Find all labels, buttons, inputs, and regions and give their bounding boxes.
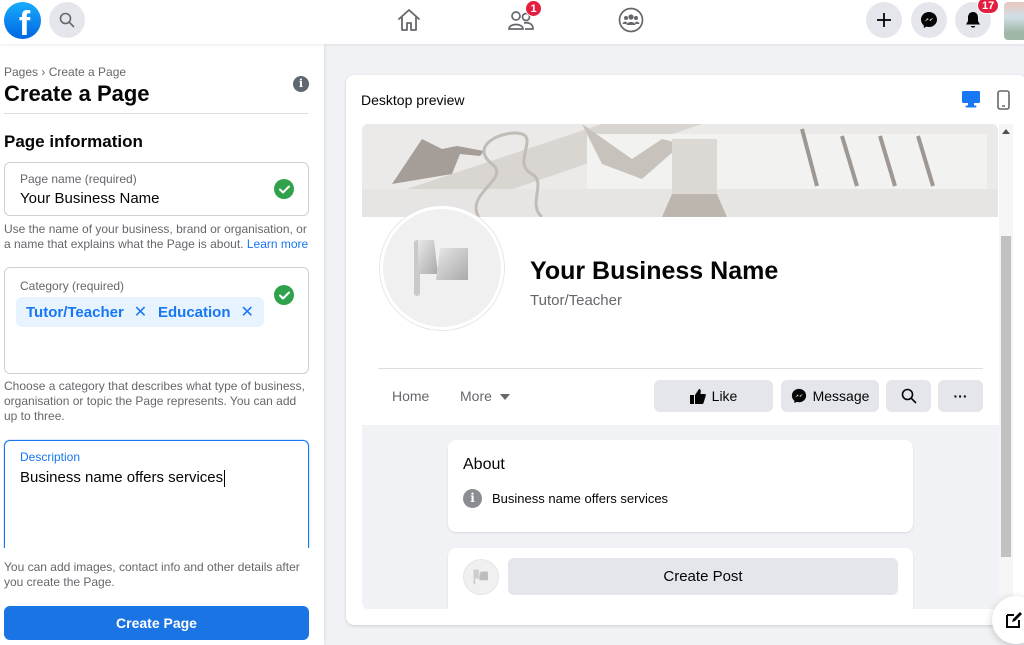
desktop-icon: [962, 91, 980, 108]
cover-illustration: [362, 124, 998, 217]
create-page-button[interactable]: Create Page: [4, 606, 309, 640]
more-options-icon: ···: [953, 388, 968, 404]
preview-page-name: Your Business Name: [530, 257, 779, 285]
home-icon: [398, 9, 420, 31]
profile-header: Your Business Name Tutor/Teacher Home Mo…: [362, 124, 1000, 425]
messenger-icon: [791, 388, 806, 404]
category-field[interactable]: Category (required) Tutor/Teacher ✕ Educ…: [4, 267, 309, 374]
profile-divider: [378, 368, 983, 369]
groups-icon: [618, 7, 644, 33]
description-textarea[interactable]: Business name offers services: [20, 469, 226, 487]
header-divider: [4, 113, 308, 114]
category-chip-label: Tutor/Teacher: [26, 303, 124, 321]
message-button[interactable]: Message: [781, 380, 879, 412]
preview-page-category: Tutor/Teacher: [530, 292, 622, 309]
flag-icon: [473, 569, 488, 585]
page-name-input[interactable]: Your Business Name: [20, 190, 160, 207]
tab-more[interactable]: More: [460, 388, 510, 404]
about-card: About i Business name offers services: [448, 440, 913, 532]
facebook-logo[interactable]: f: [4, 2, 41, 39]
preview-title: Desktop preview: [361, 92, 465, 108]
tab-home[interactable]: Home: [392, 388, 429, 404]
valid-check-icon: [274, 179, 294, 199]
mobile-icon: [997, 90, 1010, 110]
search-button[interactable]: [49, 2, 85, 38]
footer-hint: You can add images, contact info and oth…: [4, 560, 300, 589]
learn-more-link[interactable]: Learn more: [247, 237, 308, 251]
account-avatar[interactable]: [1004, 2, 1024, 40]
nav-home[interactable]: [395, 6, 423, 34]
category-chip: Tutor/Teacher ✕: [16, 297, 158, 327]
desktop-preview-panel: Desktop preview Your Business Name Tutor…: [346, 75, 1024, 625]
page-name-label: Page name (required): [20, 172, 137, 186]
section-title: Page information: [4, 132, 143, 151]
plus-icon: [877, 13, 891, 27]
page-mini-avatar: [463, 559, 499, 595]
about-title: About: [463, 456, 505, 473]
nav-groups[interactable]: [617, 6, 645, 34]
about-description: Business name offers services: [492, 491, 669, 506]
text-caret: [224, 469, 226, 487]
page-title: Create a Page: [4, 81, 150, 106]
create-page-panel: Pages › Create a Page Create a Page i Pa…: [0, 44, 324, 645]
search-icon: [901, 388, 916, 404]
thumbs-up-icon: [689, 388, 706, 404]
messenger-button[interactable]: [911, 2, 947, 38]
caret-down-icon: [499, 394, 510, 401]
messenger-icon: [921, 12, 937, 28]
message-label: Message: [812, 388, 870, 404]
category-label: Category (required): [20, 279, 125, 293]
desktop-view-toggle[interactable]: [961, 90, 981, 113]
tab-more-label: More: [460, 388, 492, 404]
info-icon: i: [463, 489, 482, 508]
scroll-up-arrow[interactable]: [1002, 129, 1010, 134]
scrollbar-thumb[interactable]: [1001, 236, 1011, 557]
category-chip: Education ✕: [148, 297, 264, 327]
remove-chip-icon[interactable]: ✕: [241, 302, 254, 322]
about-description-row: i Business name offers services: [463, 489, 668, 508]
page-name-field[interactable]: Page name (required) Your Business Name: [4, 162, 309, 216]
valid-check-icon: [274, 285, 294, 305]
compose-icon: [1006, 612, 1022, 628]
notifications-badge: 17: [977, 0, 1000, 14]
bell-icon: [966, 12, 980, 28]
breadcrumb[interactable]: Pages › Create a Page: [4, 65, 126, 79]
description-value: Business name offers services: [20, 469, 224, 486]
create-post-button[interactable]: Create Post: [508, 558, 898, 595]
flag-icon: [414, 240, 468, 296]
create-button[interactable]: [866, 2, 902, 38]
create-post-card: Create Post: [448, 548, 913, 609]
like-label: Like: [711, 388, 738, 404]
page-name-hint: Use the name of your business, brand or …: [4, 222, 312, 252]
more-options-button[interactable]: ···: [938, 380, 983, 412]
facebook-logo-letter: f: [18, 5, 31, 39]
category-hint: Choose a category that describes what ty…: [4, 379, 305, 423]
remove-chip-icon[interactable]: ✕: [134, 302, 147, 322]
description-label: Description: [20, 450, 81, 464]
friends-badge: 1: [525, 0, 542, 17]
notifications-button[interactable]: 17: [955, 0, 1000, 38]
search-icon: [59, 12, 75, 28]
page-search-button[interactable]: [886, 380, 931, 412]
page-profile-picture[interactable]: [380, 206, 504, 330]
page-preview-frame: Your Business Name Tutor/Teacher Home Mo…: [362, 124, 1012, 609]
cover-photo: [362, 124, 998, 217]
top-navigation-bar: f 1 17: [0, 0, 1024, 44]
like-button[interactable]: Like: [654, 380, 773, 412]
info-icon[interactable]: i: [293, 76, 309, 92]
category-chip-label: Education: [158, 303, 231, 321]
mobile-view-toggle[interactable]: [997, 90, 1010, 115]
nav-friends[interactable]: 1: [507, 0, 542, 34]
